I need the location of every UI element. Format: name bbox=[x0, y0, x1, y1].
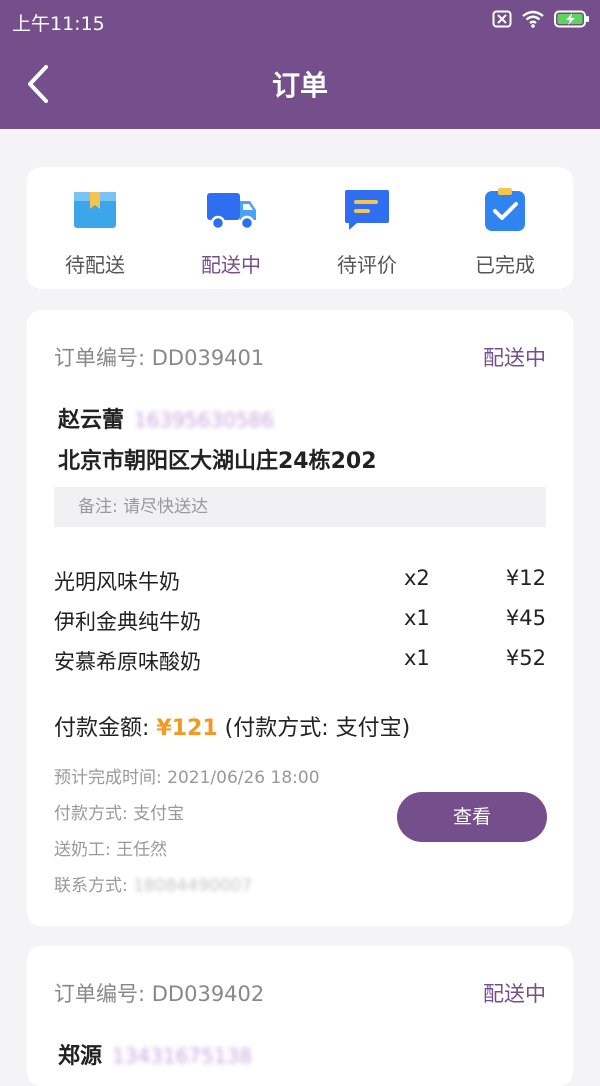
tab-pending-review[interactable]: 待评价 bbox=[302, 187, 432, 278]
order-status: 配送中 bbox=[483, 346, 546, 370]
item-name: 光明风味牛奶 bbox=[54, 570, 180, 594]
status-icons bbox=[492, 10, 590, 28]
tab-label: 已完成 bbox=[475, 253, 535, 277]
sim-off-icon bbox=[492, 10, 512, 28]
payment-amount: ¥121 bbox=[156, 716, 218, 741]
order-remark: 备注: 请尽快送达 bbox=[54, 487, 546, 527]
tab-delivering[interactable]: 配送中 bbox=[166, 187, 296, 278]
item-price: ¥12 bbox=[505, 566, 546, 590]
payment-label: 付款金额: bbox=[54, 716, 157, 741]
list-item: 伊利金典纯牛奶 x1 ¥45 bbox=[54, 606, 546, 636]
order-card[interactable]: 订单编号: DD039402 配送中 郑源 13431675138 bbox=[27, 946, 573, 1086]
tab-label: 待配送 bbox=[65, 253, 125, 277]
order-number: 订单编号: DD039402 bbox=[54, 982, 265, 1006]
customer-phone: 13431675138 bbox=[112, 1044, 252, 1068]
item-name: 伊利金典纯牛奶 bbox=[54, 610, 201, 634]
page-title: 订单 bbox=[271, 69, 328, 102]
tab-completed[interactable]: 已完成 bbox=[440, 187, 570, 278]
clipboard-check-icon bbox=[485, 188, 525, 231]
customer-line: 赵云蕾 16395630586 bbox=[58, 402, 274, 434]
customer-name: 赵云蕾 bbox=[58, 408, 125, 433]
order-status-tabs: 待配送 配送中 待评价 已完成 bbox=[27, 167, 573, 289]
list-item: 安慕希原味酸奶 x1 ¥52 bbox=[54, 646, 546, 676]
order-status: 配送中 bbox=[483, 982, 546, 1006]
payment-method-note: (付款方式: 支付宝) bbox=[217, 716, 411, 741]
tab-pending-delivery[interactable]: 待配送 bbox=[30, 187, 160, 278]
contact-value: 18084490007 bbox=[133, 876, 253, 896]
contact-line: 联系方式: 18084490007 bbox=[54, 871, 252, 896]
comment-icon bbox=[345, 190, 389, 230]
courier-name: 送奶工: 王任然 bbox=[54, 840, 168, 860]
item-qty: x2 bbox=[404, 566, 430, 590]
battery-charging-icon bbox=[554, 10, 589, 28]
customer-line: 郑源 13431675138 bbox=[58, 1038, 252, 1070]
payment-summary: 付款金额: ¥121 (付款方式: 支付宝) bbox=[54, 710, 410, 742]
app-header: 上午11:15 订单 bbox=[0, 0, 600, 129]
package-icon bbox=[74, 192, 116, 228]
item-name: 安慕希原味酸奶 bbox=[54, 650, 201, 674]
truck-icon bbox=[207, 193, 256, 231]
eta-text: 预计完成时间: 2021/06/26 18:00 bbox=[54, 768, 320, 788]
order-number: 订单编号: DD039401 bbox=[54, 346, 265, 370]
status-time: 上午11:15 bbox=[12, 13, 105, 35]
customer-name: 郑源 bbox=[58, 1044, 103, 1069]
tab-label: 配送中 bbox=[201, 253, 261, 277]
customer-phone: 16395630586 bbox=[134, 408, 274, 432]
contact-label: 联系方式: bbox=[54, 876, 134, 896]
item-qty: x1 bbox=[404, 646, 430, 670]
list-item: 光明风味牛奶 x2 ¥12 bbox=[54, 566, 546, 596]
item-price: ¥52 bbox=[505, 646, 546, 670]
payment-method: 付款方式: 支付宝 bbox=[54, 804, 185, 824]
order-card[interactable]: 订单编号: DD039401 配送中 赵云蕾 16395630586 北京市朝阳区… bbox=[27, 310, 573, 926]
wifi-icon bbox=[522, 10, 544, 28]
item-price: ¥45 bbox=[505, 606, 546, 630]
customer-address: 北京市朝阳区大湖山庄24栋202 bbox=[58, 449, 377, 474]
view-order-button[interactable]: 查看 bbox=[397, 792, 547, 842]
item-qty: x1 bbox=[404, 606, 430, 630]
tab-label: 待评价 bbox=[337, 253, 397, 277]
